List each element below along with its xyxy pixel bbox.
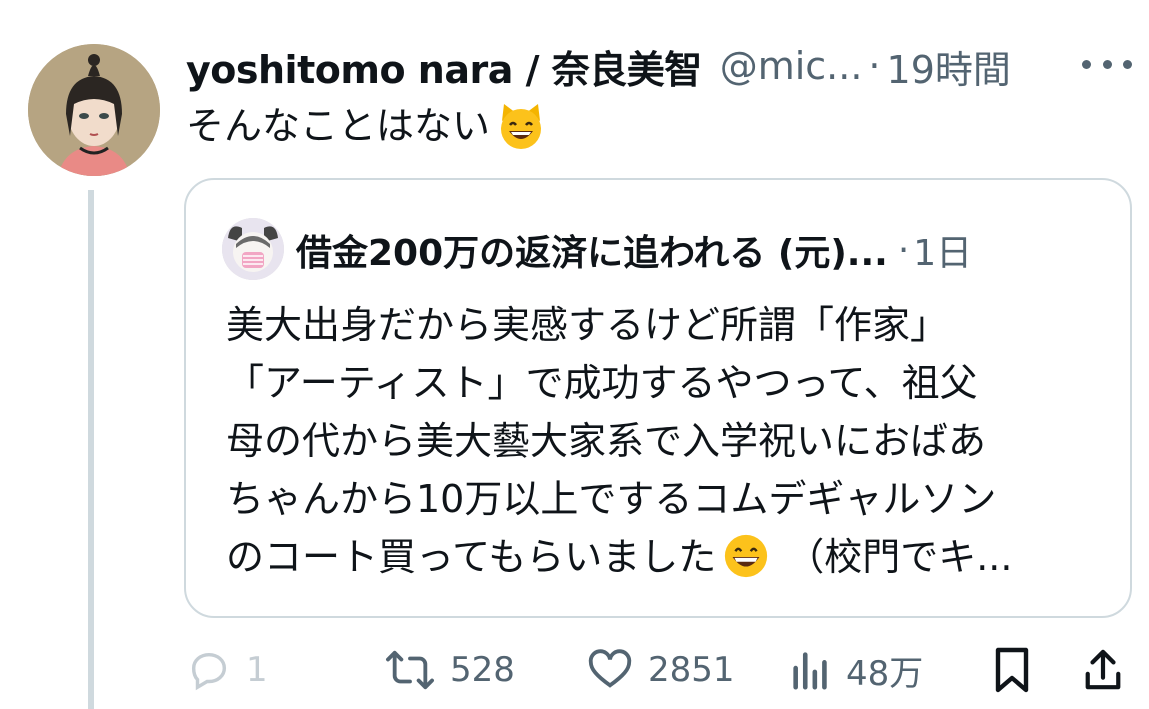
author-name[interactable]: yoshitomo nara / 奈良美智 (186, 39, 702, 94)
author-avatar[interactable] (28, 44, 160, 176)
tweet-text-content: そんなことはない (186, 104, 491, 148)
bookmark-icon (995, 647, 1029, 693)
share-icon (1085, 649, 1121, 690)
like-count: 2851 (648, 650, 735, 690)
quoted-text-line-last: のコート買ってもらいました （校門でキ... (226, 528, 1012, 586)
reply-count: 1 (246, 650, 268, 690)
quoted-text-fragment: （校門でキ... (786, 535, 1013, 579)
quoted-tweet-header: 借金200万の返済に追われる (元)... · 1日 (296, 224, 972, 276)
quoted-author-name[interactable]: 借金200万の返済に追われる (元)... (296, 224, 888, 276)
quoted-tweet-text: 美大出身だから実感するけど所謂「作家」 「アーティスト」で成功するやつって、祖父… (226, 296, 1012, 586)
grinning-face-emoji (722, 532, 772, 582)
tweet-text: そんなことはない (186, 100, 546, 152)
tweet-header: yoshitomo nara / 奈良美智 @mic... · 19時間 (186, 40, 1011, 92)
action-bar: 1 528 2851 48万 (186, 640, 1132, 700)
separator-dot: · (868, 44, 881, 88)
separator-dot: · (897, 229, 910, 271)
retweet-icon (386, 650, 434, 690)
quoted-text-line: 「アーティスト」で成功するやつって、祖父 (226, 361, 978, 405)
views-count: 48万 (846, 653, 924, 694)
like-button[interactable]: 2851 (586, 640, 735, 700)
reply-icon (191, 652, 227, 691)
quoted-tweet-time[interactable]: 1日 (913, 224, 972, 276)
quoted-text-line: ちゃんから10万以上でするコムデギャルソン (226, 477, 997, 521)
grinning-cat-emoji (496, 101, 546, 151)
bookmark-button[interactable] (992, 640, 1032, 700)
quoted-text-line: 美大出身だから実感するけど所謂「作家」 (226, 303, 949, 347)
share-button[interactable] (1082, 640, 1124, 700)
heart-icon (588, 649, 632, 688)
quoted-text-fragment: のコート買ってもらいました (226, 535, 717, 579)
reply-button[interactable]: 1 (186, 640, 268, 700)
author-handle[interactable]: @mic... (720, 44, 863, 88)
retweet-count: 528 (450, 650, 515, 690)
thread-line (88, 190, 94, 709)
quoted-text-line: 母の代から美大藝大家系で入学祝いにおばあ (226, 419, 987, 463)
quoted-author-avatar (222, 218, 284, 280)
tweet-time[interactable]: 19時間 (887, 39, 1011, 94)
more-options-icon[interactable] (1082, 44, 1132, 84)
quoted-tweet-card[interactable]: 借金200万の返済に追われる (元)... · 1日 美大出身だから実感するけど… (184, 178, 1132, 618)
views-button[interactable]: 48万 (790, 640, 923, 700)
views-chart-icon (793, 652, 827, 690)
retweet-button[interactable]: 528 (384, 640, 515, 700)
